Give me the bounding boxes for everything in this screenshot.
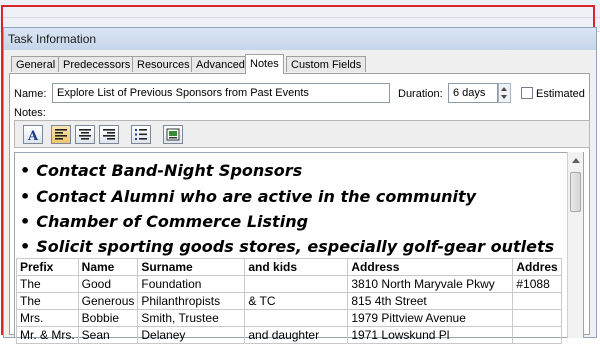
table-cell: & TC	[244, 292, 349, 310]
align-center-button[interactable]	[75, 125, 95, 144]
align-center-icon	[79, 129, 91, 140]
table-cell: Mr. & Mrs.	[16, 326, 79, 344]
table-cell	[512, 292, 562, 310]
table-cell: 815 4th Street	[347, 292, 514, 310]
insert-object-button[interactable]	[163, 125, 183, 144]
name-label: Name:	[14, 88, 47, 100]
table-cell: Smith, Trustee	[137, 309, 246, 327]
align-left-button[interactable]	[51, 125, 71, 144]
align-right-button[interactable]	[99, 125, 119, 144]
estimated-checkbox[interactable]	[521, 87, 533, 99]
table-cell: Sean	[77, 326, 139, 344]
table-cell: 3810 North Maryvale Pkwy	[347, 275, 514, 293]
column-header: Name	[77, 258, 139, 276]
table-cell	[244, 309, 349, 327]
dialog-titlebar: Task Information	[4, 28, 596, 50]
tab-notes[interactable]: Notes	[245, 54, 284, 74]
table-row: The Generous Philanthropists & TC 815 4t…	[16, 292, 562, 310]
table-row: Mrs. Bobbie Smith, Trustee 1979 Pittview…	[16, 309, 562, 327]
duration-input[interactable]: 6 days	[448, 83, 498, 103]
tab-advanced[interactable]: Advanced	[191, 56, 250, 72]
tab-predecessors[interactable]: Predecessors	[58, 56, 136, 72]
bullets-button[interactable]	[131, 125, 151, 144]
scroll-thumb[interactable]	[570, 172, 581, 212]
table-cell: Good	[77, 275, 139, 293]
bullet-dot: •	[20, 212, 31, 231]
notes-label: Notes:	[14, 107, 46, 119]
dialog-title: Task Information	[8, 32, 97, 46]
table-cell: The	[16, 292, 79, 310]
table-cell	[244, 275, 349, 293]
table-cell: Mrs.	[16, 309, 79, 327]
duration-spinner[interactable]	[498, 83, 511, 103]
table-row: Mr. & Mrs. Sean Delaney and daughter 197…	[16, 326, 562, 344]
table-cell: Generous	[77, 292, 139, 310]
task-name-input[interactable]: Explore List of Previous Sponsors from P…	[52, 83, 390, 103]
table-header-row: Prefix Name Surname and kids Address Add…	[16, 258, 562, 276]
table-cell	[512, 326, 562, 344]
table-cell: Philanthropists	[137, 292, 246, 310]
table-row: The Good Foundation 3810 North Maryvale …	[16, 275, 562, 293]
column-header: Address	[347, 258, 514, 276]
font-icon: A	[27, 129, 39, 141]
table-cell: and daughter	[244, 326, 349, 344]
note-bullet: • Solicit sporting goods stores, especial…	[20, 237, 555, 256]
duration-label: Duration:	[398, 88, 443, 100]
notes-scrollbar[interactable]	[567, 152, 583, 338]
table-cell: Delaney	[137, 326, 246, 344]
table-cell: Foundation	[137, 275, 246, 293]
table-cell	[512, 309, 562, 327]
align-right-icon	[103, 129, 115, 140]
bullet-dot: •	[20, 187, 31, 206]
font-button[interactable]: A	[23, 125, 43, 144]
note-bullet: • Contact Band-Night Sponsors	[20, 161, 303, 180]
estimated-label: Estimated	[536, 88, 585, 100]
spin-down-icon[interactable]	[501, 95, 507, 99]
bullets-icon	[135, 129, 147, 140]
table-cell: Bobbie	[77, 309, 139, 327]
insert-object-icon	[166, 128, 180, 141]
bullet-dot: •	[20, 161, 31, 180]
note-bullet: • Chamber of Commerce Listing	[20, 212, 309, 231]
tab-custom-fields[interactable]: Custom Fields	[286, 56, 367, 72]
table-cell: 1979 Pittview Avenue	[347, 309, 514, 327]
table-cell: #1088	[512, 275, 562, 293]
note-bullet: • Contact Alumni who are active in the co…	[20, 187, 477, 206]
column-header: Prefix	[16, 258, 79, 276]
sponsors-table: Prefix Name Surname and kids Address Add…	[16, 258, 562, 344]
svg-text:A: A	[27, 129, 39, 141]
tab-resources[interactable]: Resources	[132, 56, 195, 72]
column-header: Addres	[512, 258, 562, 276]
table-cell: 1971 Lowskund Pl	[347, 326, 514, 344]
bullet-dot: •	[20, 237, 31, 256]
scroll-up-icon[interactable]	[572, 158, 580, 163]
notes-formatting-toolbar: A	[14, 120, 590, 148]
table-cell: The	[16, 275, 79, 293]
spin-up-icon[interactable]	[501, 87, 507, 91]
column-header: and kids	[244, 258, 349, 276]
column-header: Surname	[137, 258, 246, 276]
tab-general[interactable]: General	[11, 56, 61, 72]
align-left-icon	[55, 129, 67, 140]
